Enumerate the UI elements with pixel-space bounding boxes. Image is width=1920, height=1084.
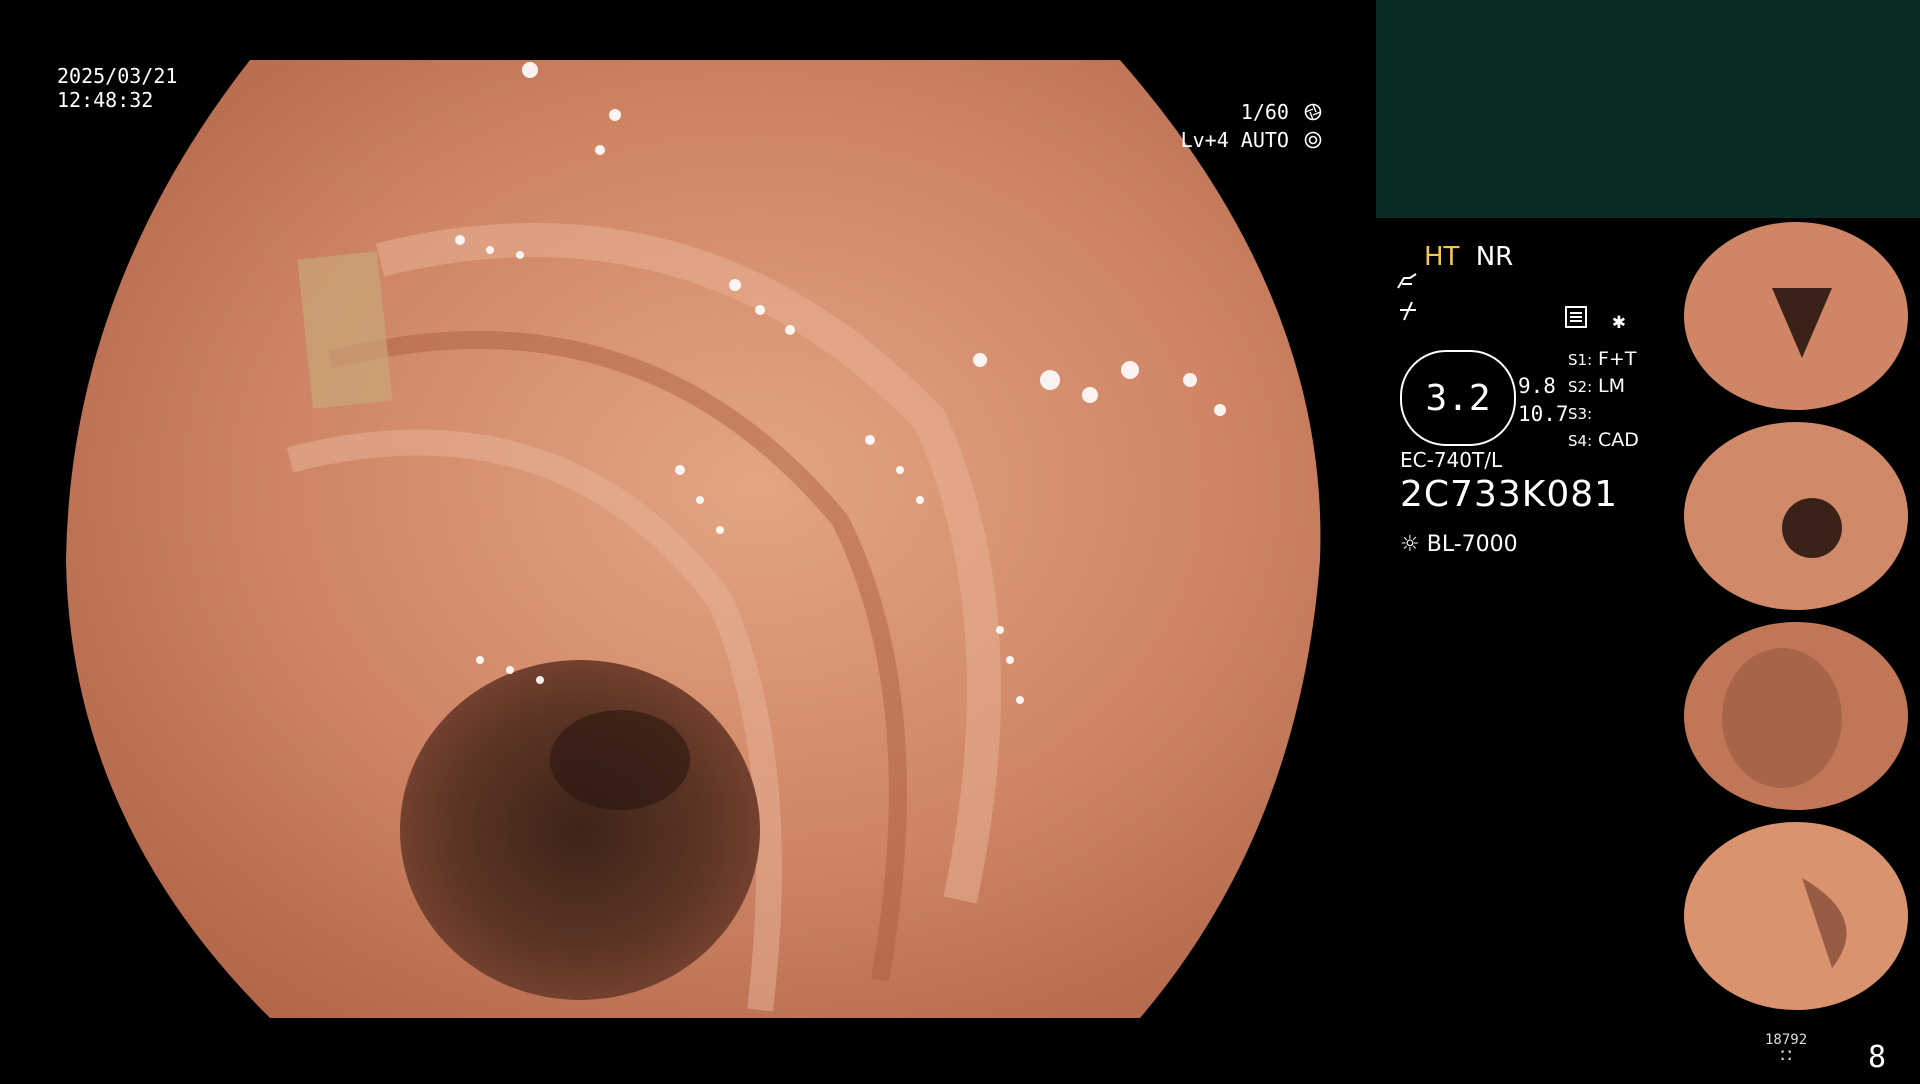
nr-indicator: NR (1475, 242, 1514, 272)
thumbnail-2[interactable] (1672, 418, 1920, 614)
enhancement-icon (1396, 300, 1676, 330)
endoscope-main-view (0, 0, 1372, 1080)
exposure-readout: 1/60 Lv+4 AUTO (1181, 98, 1322, 154)
sub-screen-panel (1376, 0, 1920, 218)
side-values: 9.8 10.7 (1518, 372, 1569, 428)
zoom-ratio-badge: 3.2 (1400, 350, 1516, 446)
image-counter-value: 18792 (1765, 1032, 1808, 1048)
light-source-icon: ☼ (1400, 532, 1420, 557)
thumbnail-4[interactable] (1672, 818, 1920, 1014)
scope-model: EC-740T/L (1400, 448, 1503, 472)
side-value-bottom: 10.7 (1518, 402, 1569, 426)
setting-s4: S4: CAD (1568, 429, 1639, 451)
setting-s1: S1: F+T (1568, 348, 1637, 370)
scope-serial: 2C733K081 (1400, 474, 1619, 515)
auto-iris-icon (1304, 131, 1322, 149)
thumbnail-1[interactable] (1672, 218, 1920, 414)
page-count: 8 (1868, 1040, 1887, 1075)
menu-list-icon (1565, 306, 1587, 328)
shutter-speed: 1/60 (1240, 100, 1289, 124)
thumbnail-3[interactable] (1672, 618, 1920, 814)
light-source: ☼ BL-7000 (1400, 532, 1518, 557)
setting-s2: S2: LM (1568, 375, 1625, 397)
zoom-ratio-value: 3.2 (1425, 377, 1491, 419)
setting-s3: S3: (1568, 405, 1593, 423)
contrast-curve-icon (1396, 272, 1676, 300)
ht-indicator: HT (1424, 242, 1460, 272)
aperture-icon (1304, 103, 1322, 121)
iris-level: Lv+4 AUTO (1180, 128, 1289, 152)
date-time-display: 2025/03/21 12:48:32 (57, 64, 177, 112)
light-source-label: BL-7000 (1426, 532, 1518, 557)
switch-settings: S1: F+T S2: LM S3: S4: CAD (1568, 346, 1639, 454)
storage-icon: ⛚ (1781, 1048, 1792, 1064)
processor-status: HT NR (1396, 242, 1676, 330)
mode-icons: ✱ (1565, 306, 1626, 334)
asterisk-icon: ✱ (1612, 309, 1626, 334)
time-text: 12:48:32 (57, 88, 154, 112)
side-value-top: 9.8 (1518, 374, 1556, 398)
date-text: 2025/03/21 (57, 64, 178, 88)
image-counter: 18792 ⛚ (1765, 1032, 1807, 1064)
